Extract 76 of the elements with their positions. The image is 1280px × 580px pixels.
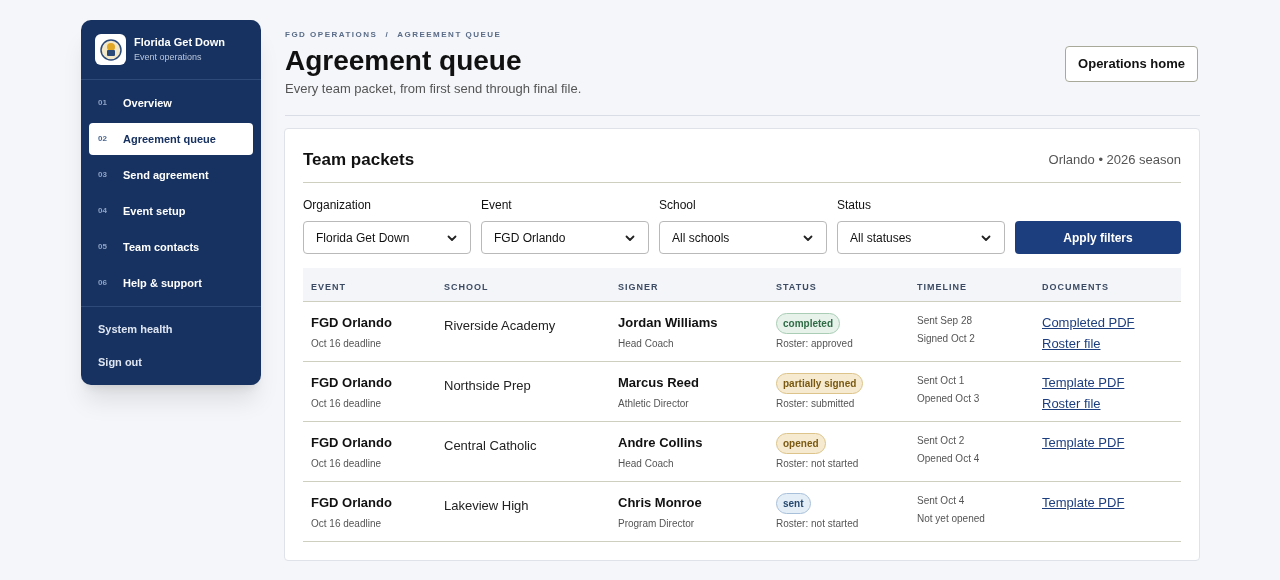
column-header: TIMELINE	[917, 281, 967, 292]
event-name: FGD Orlando	[311, 314, 393, 332]
sidebar-link[interactable]: System health	[98, 315, 244, 344]
filter-label: Status	[837, 197, 873, 214]
status-tag: sent	[776, 493, 811, 514]
document-link[interactable]: Roster file	[1042, 333, 1101, 353]
filter-select[interactable]: FGD Orlando	[481, 221, 649, 254]
event-deadline: Oct 16 deadline	[311, 336, 383, 351]
timeline-entry: Sent Sep 28	[917, 314, 974, 328]
roster-status: Roster: not started	[776, 517, 859, 531]
event-deadline: Oct 16 deadline	[311, 516, 383, 531]
roster-status: Roster: approved	[776, 337, 853, 351]
document-link[interactable]: Template PDF	[1042, 493, 1125, 513]
brand-subtitle: Event operations	[134, 52, 203, 64]
roster-status: Roster: submitted	[776, 397, 855, 411]
roster-status: Roster: not started	[776, 457, 859, 471]
status-tag: partially signed	[776, 373, 864, 394]
signer-role: Head Coach	[618, 456, 675, 471]
filter-label: School	[659, 197, 697, 214]
column-header: STATUS	[776, 281, 817, 292]
filter-label: Event	[481, 197, 513, 214]
nav-item[interactable]: 06 Help & support	[89, 267, 253, 299]
signer-name: Jordan Williams	[618, 314, 719, 332]
sidebar-link[interactable]: Sign out	[98, 348, 244, 377]
event-deadline: Oct 16 deadline	[311, 456, 383, 471]
nav-item[interactable]: 02 Agreement queue	[89, 123, 253, 155]
signer-role: Athletic Director	[618, 396, 690, 411]
filter-label: Organization	[303, 197, 373, 214]
timeline-entry: Opened Oct 3	[917, 392, 981, 406]
column-header: SIGNER	[618, 281, 659, 292]
signer-role: Head Coach	[618, 336, 675, 351]
signer-name: Marcus Reed	[618, 374, 700, 392]
timeline-entry: Not yet opened	[917, 512, 986, 526]
card-meta: Orlando • 2026 season	[1048, 150, 1181, 169]
column-header: EVENT	[311, 281, 346, 292]
breadcrumb-item[interactable]: AGREEMENT QUEUE	[397, 29, 502, 41]
breadcrumb-item[interactable]: FGD OPERATIONS	[285, 29, 378, 41]
filter-select[interactable]: Florida Get Down	[303, 221, 471, 254]
nav-item[interactable]: 01 Overview	[89, 87, 253, 119]
column-header: DOCUMENTS	[1042, 281, 1109, 292]
school-name: Central Catholic	[444, 438, 537, 453]
signer-role: Program Director	[618, 516, 696, 531]
brand-name: Florida Get Down	[134, 35, 226, 50]
status-tag: completed	[776, 313, 840, 334]
document-link[interactable]: Roster file	[1042, 393, 1101, 413]
timeline-entry: Signed Oct 2	[917, 332, 976, 346]
document-link[interactable]: Template PDF	[1042, 373, 1125, 393]
filter-select[interactable]: All schools	[659, 221, 827, 254]
event-name: FGD Orlando	[311, 374, 393, 392]
timeline-entry: Opened Oct 4	[917, 452, 981, 466]
school-name: Lakeview High	[444, 498, 529, 513]
document-link[interactable]: Completed PDF	[1042, 313, 1135, 333]
logo-icon	[95, 34, 126, 65]
timeline-entry: Sent Oct 2	[917, 434, 966, 448]
event-name: FGD Orlando	[311, 434, 393, 452]
card-title: Team packets	[303, 148, 415, 171]
status-tag: opened	[776, 433, 826, 454]
breadcrumb-separator: /	[385, 29, 390, 41]
event-name: FGD Orlando	[311, 494, 393, 512]
page-subtitle: Every team packet, from first send through final file.	[285, 80, 582, 98]
document-link[interactable]: Template PDF	[1042, 433, 1125, 453]
timeline-entry: Sent Oct 4	[917, 494, 966, 508]
nav-item[interactable]: 05 Team contacts	[89, 231, 253, 263]
column-header: SCHOOL	[444, 281, 489, 292]
school-name: Northside Prep	[444, 378, 531, 393]
timeline-entry: Sent Oct 1	[917, 374, 966, 388]
apply-filters-button[interactable]: Apply filters	[1015, 221, 1181, 254]
filter-select[interactable]: All statuses	[837, 221, 1005, 254]
nav-item[interactable]: 03 Send agreement	[89, 159, 253, 191]
signer-name: Andre Collins	[618, 434, 704, 452]
event-deadline: Oct 16 deadline	[311, 396, 383, 411]
signer-name: Chris Monroe	[618, 494, 703, 512]
operations-home-button[interactable]: Operations home	[1065, 46, 1198, 82]
nav-item[interactable]: 04 Event setup	[89, 195, 253, 227]
school-name: Riverside Academy	[444, 318, 556, 333]
page-title: Agreement queue	[285, 44, 523, 78]
